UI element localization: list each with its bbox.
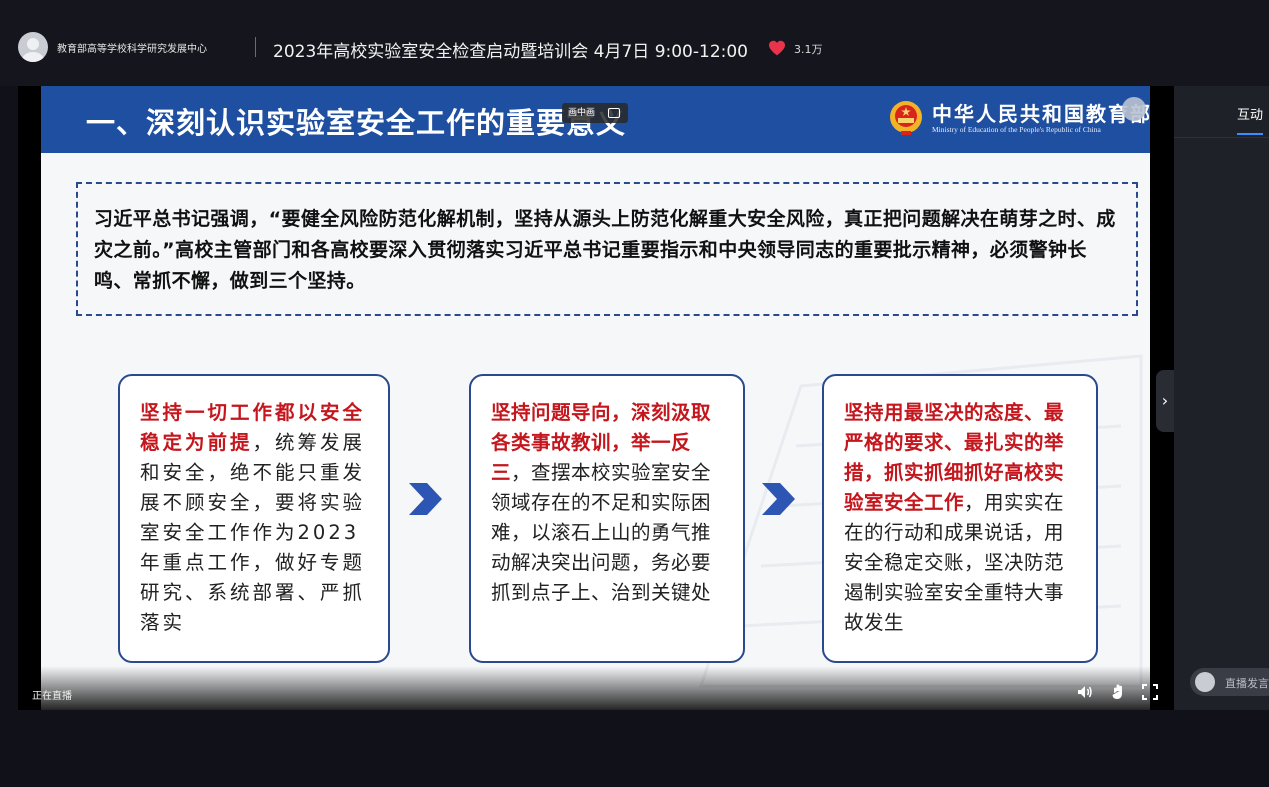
quote-box: 习近平总书记强调，“要健全风险防范化解机制，坚持从源头上防范化解重大安全风险，真… [76, 182, 1138, 316]
controls-gradient [18, 666, 1174, 710]
card-body: ，统筹发展和安全，绝不能只重发展不顾安全，要将实验室安全工作作为2023年重点工… [140, 431, 366, 634]
national-emblem-icon [890, 101, 922, 135]
live-status: 正在直播 [32, 691, 72, 702]
comment-placeholder: 直播发言 [1225, 677, 1269, 690]
tab-interaction[interactable]: 互动 [1237, 104, 1263, 123]
fullscreen-icon[interactable] [1141, 683, 1159, 701]
slide-title: 一、深刻认识实验室安全工作的重要意义 [86, 106, 627, 140]
slide-corner-logo [1122, 97, 1146, 121]
quote-text: 习近平总书记强调，“要健全风险防范化解机制，坚持从源头上防范化解重大安全风险，真… [94, 208, 1116, 292]
comment-input[interactable]: 直播发言 [1190, 668, 1269, 696]
side-panel: 互动 直播发言 [1174, 86, 1269, 710]
title-separator [255, 37, 256, 57]
pip-label: 画中画 [568, 108, 596, 118]
slide-header: 一、深刻认识实验室安全工作的重要意义 画中画 中华人民共和国教育部 Minist… [41, 86, 1150, 153]
presentation-slide: 一、深刻认识实验室安全工作的重要意义 画中画 中华人民共和国教育部 Minist… [41, 86, 1150, 710]
principle-card-2: 坚持问题导向，深刻汲取各类事故教训，举一反三，查摆本校实验室安全领域存在的不足和… [469, 374, 745, 663]
video-player[interactable]: 一、深刻认识实验室安全工作的重要意义 画中画 中华人民共和国教育部 Minist… [18, 86, 1174, 710]
side-panel-toggle[interactable]: › [1156, 370, 1174, 432]
heart-icon[interactable] [768, 40, 786, 56]
pip-button[interactable]: 画中画 [562, 103, 628, 123]
principle-card-3: 坚持用最坚决的态度、最严格的要求、最扎实的举措，抓实抓细抓好高校实验室安全工作，… [822, 374, 1098, 663]
volume-icon[interactable] [1076, 683, 1094, 701]
ministry-name-en: Ministry of Education of the People's Re… [932, 125, 1101, 134]
panel-divider [1174, 137, 1269, 138]
principle-card-1: 坚持一切工作都以安全稳定为前提，统筹发展和安全，绝不能只重发展不顾安全，要将实验… [118, 374, 390, 663]
like-count: 3.1万 [794, 43, 823, 56]
chevron-right-icon [409, 483, 442, 515]
active-tab-indicator [1237, 133, 1263, 135]
org-avatar[interactable] [18, 32, 48, 62]
chevron-right-icon [762, 483, 795, 515]
user-avatar [1195, 672, 1215, 692]
card-body: ，查摆本校实验室安全领域存在的不足和实际困难，以滚石上山的勇气推动解决突出问题，… [491, 461, 712, 604]
raise-hand-icon[interactable] [1110, 683, 1128, 701]
ministry-name-cn: 中华人民共和国教育部 [932, 102, 1150, 126]
org-name[interactable]: 教育部高等学校科学研究发展中心 [57, 40, 207, 55]
live-title: 2023年高校实验室安全检查启动暨培训会 4月7日 9:00-12:00 [273, 42, 749, 62]
pip-icon [608, 108, 620, 118]
top-bar: 教育部高等学校科学研究发展中心 2023年高校实验室安全检查启动暨培训会 4月7… [0, 0, 1269, 86]
